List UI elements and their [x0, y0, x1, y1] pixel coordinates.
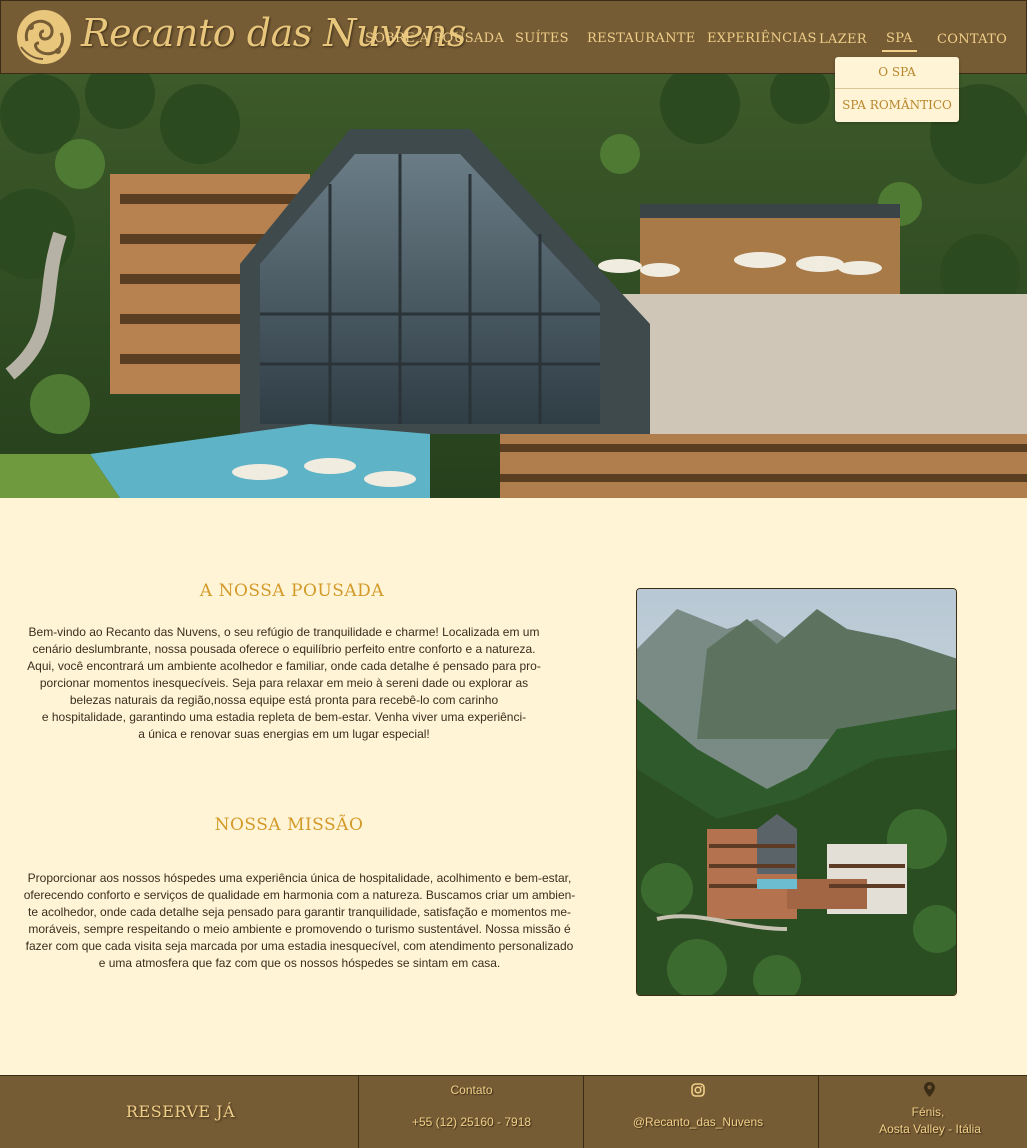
nav-suites[interactable]: SUÍTES — [515, 31, 569, 46]
pousada-photo — [636, 588, 957, 996]
mission-line: oferecendo conforto e serviços de qualid… — [23, 888, 576, 902]
mission-line: fazer com que cada visita seja marcada p… — [25, 939, 574, 953]
mission-line: e uma atmosfera que faz com que os nosso… — [98, 956, 501, 970]
hero-image — [0, 74, 1027, 498]
location-city: Fénis, — [911, 1105, 945, 1119]
mission-text: Proporcionar aos nossos hóspedes uma exp… — [14, 870, 585, 972]
about-line: e hospitalidade, garantindo uma estadia … — [41, 710, 527, 724]
location-region: Aosta Valley - Itália — [879, 1122, 981, 1136]
nav-restaurante[interactable]: RESTAURANTE — [587, 31, 696, 46]
instagram-icon[interactable] — [691, 1083, 705, 1097]
nav-sobre-a-pousada[interactable]: SOBRE A POUSADA — [365, 31, 504, 46]
ornament-icon[interactable] — [13, 7, 75, 67]
about-line: belezas naturais da região,nossa equipe … — [69, 693, 499, 707]
footer-contact: Contato +55 (12) 25160 - 7918 — [358, 1076, 583, 1148]
mission-line: Proporcionar aos nossos hóspedes uma exp… — [27, 871, 572, 885]
mission-line: te acolhedor, onde cada detalhe seja pen… — [27, 905, 572, 919]
about-line: Aqui, você encontrará um ambiente acolhe… — [27, 659, 541, 673]
phone-link[interactable]: +55 (12) 25160 - 7918 — [359, 1115, 584, 1129]
mission-line: moráveis, sempre respeitando o meio ambi… — [28, 922, 571, 936]
contact-label: Contato — [450, 1083, 493, 1097]
nav-contato[interactable]: CONTATO — [937, 32, 1007, 47]
instagram-handle[interactable]: @Recanto_das_Nuvens — [584, 1115, 812, 1129]
about-line: Bem-vindo ao Recanto das Nuvens, o seu r… — [28, 625, 540, 639]
footer-location: Fénis, Aosta Valley - Itália — [818, 1076, 1027, 1148]
site-footer: RESERVE JÁ Contato +55 (12) 25160 - 7918… — [0, 1075, 1027, 1148]
about-line: a única e renovar suas energias em um lu… — [138, 727, 430, 741]
dropdown-item-spa-romantico[interactable]: SPA ROMÂNTICO — [835, 90, 959, 122]
nav-spa[interactable]: SPA — [882, 31, 917, 52]
reserve-button[interactable]: RESERVE JÁ — [126, 1102, 235, 1121]
about-line: cenário deslumbrante, nossa pousada ofer… — [32, 642, 536, 656]
nav-experiencias[interactable]: EXPERIÊNCIAS — [707, 31, 817, 46]
map-pin-icon — [924, 1082, 935, 1097]
about-line: porcionar momentos inesquecíveis. Seja p… — [39, 676, 529, 690]
about-title: A NOSSA POUSADA — [199, 581, 385, 601]
dropdown-item-o-spa[interactable]: O SPA — [835, 57, 959, 89]
nav-lazer[interactable]: LAZER — [819, 32, 867, 47]
about-text: Bem-vindo ao Recanto das Nuvens, o seu r… — [24, 624, 544, 743]
mission-title: NOSSA MISSÃO — [214, 815, 364, 835]
footer-instagram: @Recanto_das_Nuvens — [583, 1076, 818, 1148]
spa-dropdown-menu: O SPA SPA ROMÂNTICO — [835, 57, 959, 122]
